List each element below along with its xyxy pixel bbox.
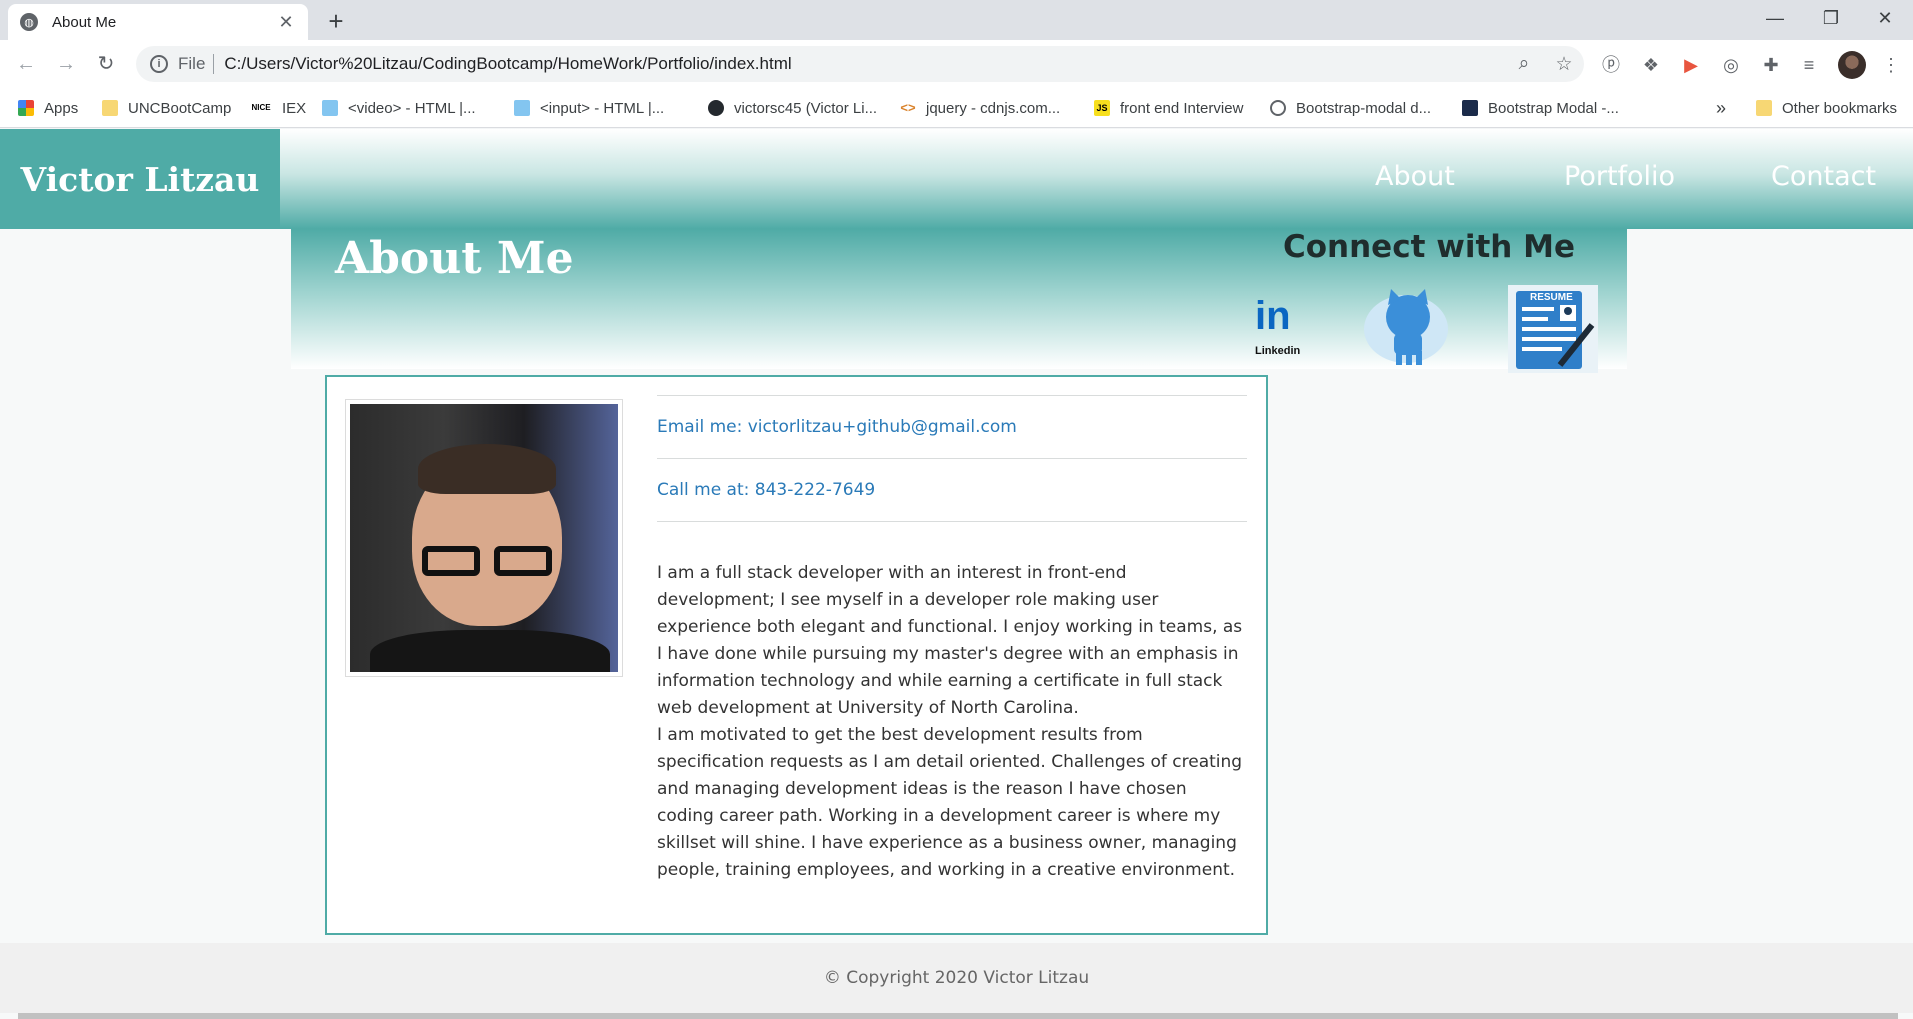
- bookmark-video-html[interactable]: <video> - HTML |...: [322, 88, 476, 128]
- address-bar[interactable]: i File C:/Users/Victor%20Litzau/CodingBo…: [136, 46, 1584, 82]
- url-scheme: File: [178, 54, 206, 73]
- svg-text:in: in: [1255, 294, 1291, 338]
- apps-grid-icon: [18, 100, 34, 116]
- extension-red-icon[interactable]: ▶: [1678, 52, 1704, 78]
- reload-icon[interactable]: ↻: [92, 50, 120, 78]
- close-window-button[interactable]: ✕: [1857, 0, 1913, 36]
- tab-strip: ◍ About Me ✕ + — ❐ ✕: [0, 0, 1913, 40]
- browser-toolbar: ← → ↻ i File C:/Users/Victor%20Litzau/Co…: [0, 40, 1913, 88]
- bookmark-label: Apps: [44, 99, 79, 117]
- tab-title: About Me: [52, 13, 117, 31]
- github-icon: [708, 100, 724, 116]
- cdnjs-icon: <>: [900, 100, 916, 115]
- mdn-icon: [514, 100, 530, 116]
- bookmark-label: IEX: [282, 99, 307, 117]
- site-footer: © Copyright 2020 Victor Litzau: [0, 943, 1913, 1013]
- email-link[interactable]: Email me: victorlitzau+github@gmail.com: [657, 396, 1247, 458]
- about-banner: About Me Connect with Me in Linkedin RES…: [291, 229, 1627, 373]
- page-viewport: Victor Litzau About Portfolio Contact Ab…: [0, 129, 1913, 1019]
- divider: [657, 521, 1247, 522]
- info-icon[interactable]: i: [150, 55, 168, 73]
- bookmark-apps[interactable]: Apps: [18, 88, 78, 128]
- bookmark-label: Other bookmarks: [1782, 99, 1898, 117]
- bio-paragraph-1: I am a full stack developer with an inte…: [657, 563, 1243, 718]
- bookmark-label: <video> - HTML |...: [348, 99, 476, 117]
- bookmark-frontend-interview[interactable]: JS front end Interview: [1094, 88, 1243, 128]
- minimize-button[interactable]: —: [1747, 0, 1803, 36]
- bookmark-input-html[interactable]: <input> - HTML |...: [514, 88, 664, 128]
- linkedin-caption: Linkedin: [1255, 345, 1301, 357]
- zoom-icon[interactable]: ⌕: [1504, 53, 1544, 75]
- bookmarks-overflow-button[interactable]: »: [1716, 88, 1726, 128]
- bookmark-github[interactable]: victorsc45 (Victor Li...: [708, 88, 877, 128]
- linkedin-icon[interactable]: in Linkedin: [1231, 285, 1321, 373]
- globe-icon: ◍: [20, 13, 38, 31]
- js-icon: JS: [1094, 100, 1110, 116]
- restore-button[interactable]: ❐: [1803, 0, 1859, 36]
- bookmark-star-icon[interactable]: ☆: [1544, 53, 1584, 76]
- connect-title: Connect with Me: [1283, 229, 1576, 265]
- nav-portfolio[interactable]: Portfolio: [1564, 161, 1675, 192]
- site-icon: [1462, 100, 1478, 116]
- profile-avatar[interactable]: [1838, 51, 1866, 79]
- site-brand[interactable]: Victor Litzau: [0, 129, 280, 229]
- profile-photo-frame: [345, 399, 623, 677]
- kebab-menu-icon[interactable]: ⋮: [1878, 52, 1904, 78]
- bookmark-label: <input> - HTML |...: [540, 99, 665, 117]
- browser-tab[interactable]: ◍ About Me ✕: [8, 4, 308, 40]
- resume-icon[interactable]: RESUME: [1508, 285, 1598, 373]
- extensions-puzzle-icon[interactable]: ✚: [1758, 52, 1784, 78]
- bookmark-label: jquery - cdnjs.com...: [926, 99, 1061, 117]
- bookmark-label: victorsc45 (Victor Li...: [734, 99, 878, 117]
- bookmark-label: front end Interview: [1120, 99, 1244, 117]
- folder-icon: [102, 100, 118, 116]
- bookmarks-bar: Apps UNCBootCamp NICE IEX <video> - HTML…: [0, 88, 1913, 128]
- resume-caption: RESUME: [1530, 292, 1573, 303]
- dropbox-icon[interactable]: ❖: [1638, 52, 1664, 78]
- bookmark-label: UNCBootCamp: [128, 99, 232, 117]
- profile-photo: [350, 404, 618, 672]
- bookmark-bootstrap-modal[interactable]: Bootstrap Modal -...: [1462, 88, 1619, 128]
- mdn-icon: [322, 100, 338, 116]
- tab-close-icon[interactable]: ✕: [276, 12, 296, 33]
- forward-arrow-icon[interactable]: →: [52, 50, 80, 78]
- folder-icon: [1756, 100, 1772, 116]
- url-separator: [213, 54, 215, 74]
- nice-icon: NICE: [251, 103, 271, 112]
- bookmark-cdnjs[interactable]: <> jquery - cdnjs.com...: [900, 88, 1060, 128]
- bookmark-bootstrap-modal-d[interactable]: Bootstrap-modal d...: [1270, 88, 1431, 128]
- phone-link[interactable]: Call me at: 843-222-7649: [657, 459, 1247, 521]
- about-card: Email me: victorlitzau+github@gmail.com …: [325, 375, 1268, 935]
- bookmark-label: Bootstrap Modal -...: [1488, 99, 1619, 117]
- other-bookmarks[interactable]: Other bookmarks: [1756, 88, 1897, 128]
- url-text[interactable]: C:/Users/Victor%20Litzau/CodingBootcamp/…: [224, 54, 1504, 74]
- github-octocat-icon[interactable]: [1361, 285, 1451, 373]
- new-tab-button[interactable]: +: [320, 6, 352, 38]
- bookmark-uncbootcamp[interactable]: UNCBootCamp: [102, 88, 231, 128]
- nav-contact[interactable]: Contact: [1771, 161, 1876, 192]
- nav-about[interactable]: About: [1375, 161, 1455, 192]
- bio-paragraph-2: I am motivated to get the best developme…: [657, 725, 1243, 880]
- site-header: Victor Litzau About Portfolio Contact: [0, 129, 1913, 229]
- bookmark-iex[interactable]: NICE IEX: [250, 88, 306, 128]
- back-arrow-icon[interactable]: ←: [12, 50, 40, 78]
- bookmark-label: Bootstrap-modal d...: [1296, 99, 1432, 117]
- page-title: About Me: [335, 233, 574, 284]
- media-queue-icon[interactable]: ≡: [1796, 52, 1822, 78]
- pinterest-icon[interactable]: ⓟ: [1598, 52, 1624, 78]
- globe-icon: [1270, 100, 1286, 116]
- extension-circle-icon[interactable]: ◎: [1718, 52, 1744, 78]
- contact-info: Email me: victorlitzau+github@gmail.com …: [657, 395, 1247, 884]
- horizontal-scrollbar[interactable]: [18, 1013, 1898, 1019]
